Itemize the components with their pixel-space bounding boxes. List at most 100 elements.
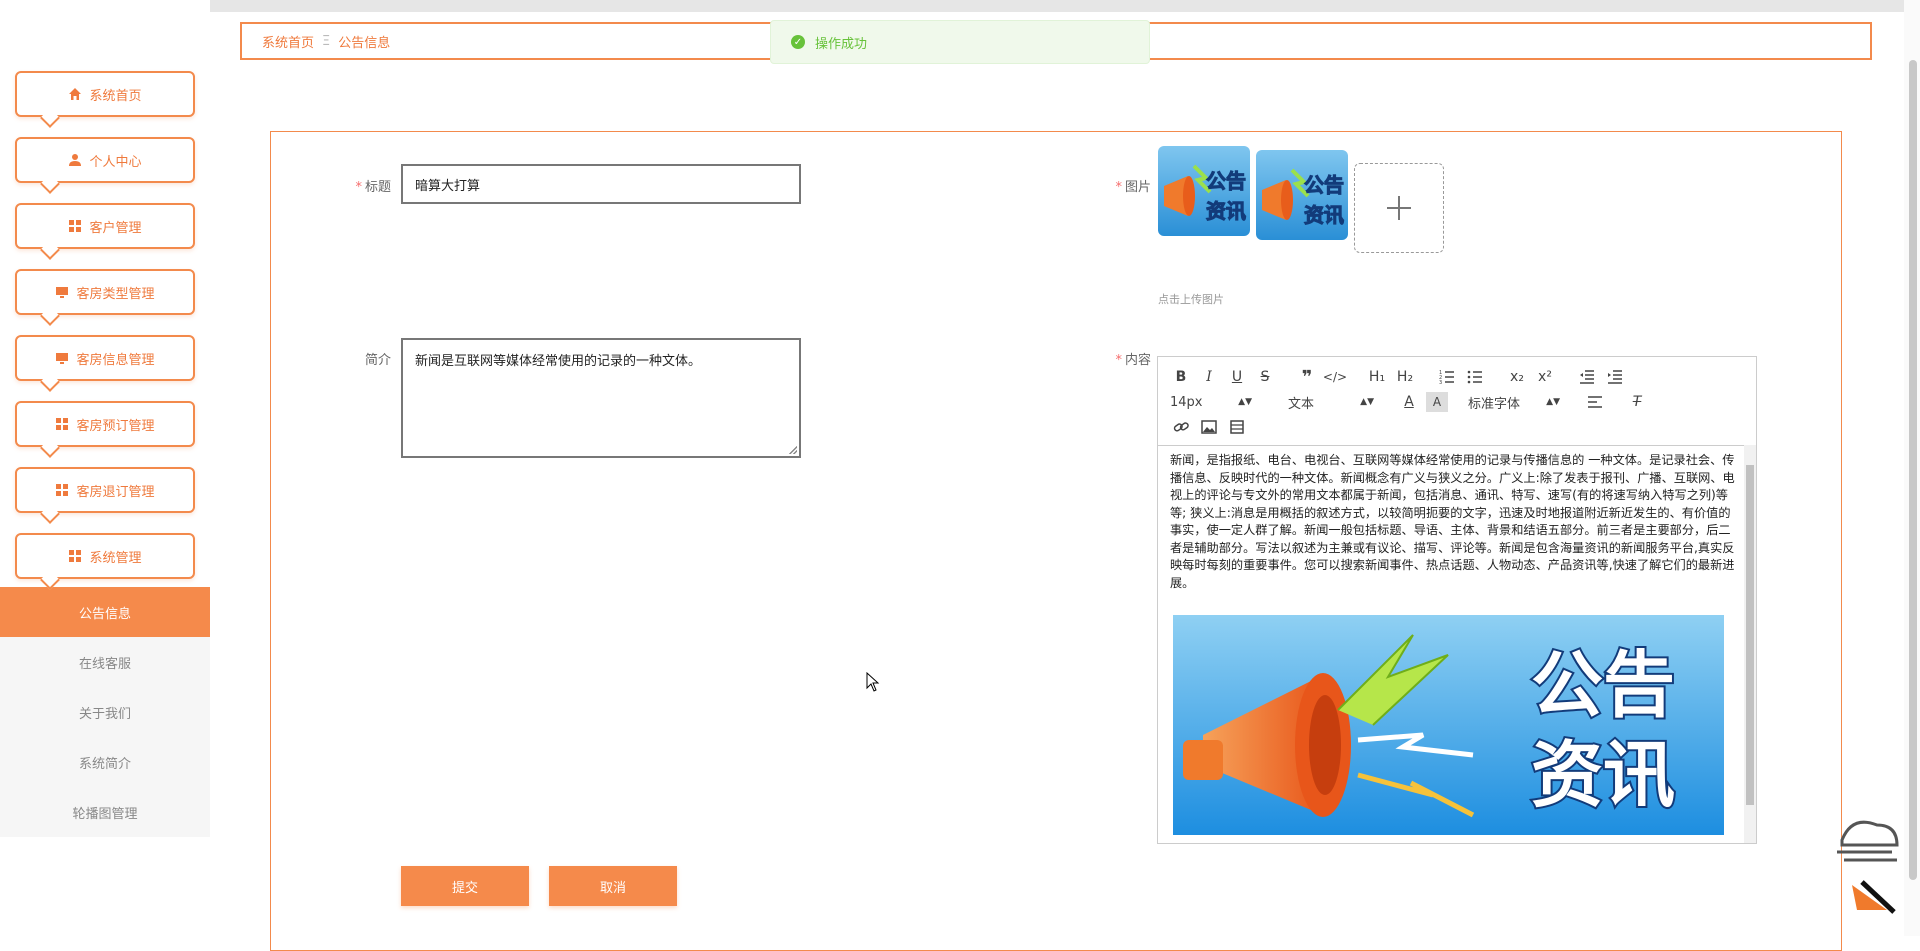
toast-message: 操作成功 (815, 36, 868, 52)
subscript-button[interactable]: x₂ (1506, 367, 1528, 387)
nav-label: 个人中心 (89, 154, 142, 170)
nav-label: 客房预订管理 (76, 418, 155, 434)
background-color-button[interactable]: A (1426, 392, 1448, 412)
nav-home[interactable]: 系统首页 (15, 71, 195, 117)
bullet-list-icon (1467, 370, 1482, 384)
editor-scroll-thumb[interactable] (1746, 465, 1754, 805)
content-label: * 内容 (1115, 353, 1151, 368)
link-button[interactable] (1170, 417, 1192, 437)
home-icon (68, 87, 82, 101)
font-color-button[interactable]: A (1398, 392, 1420, 412)
svg-text:资讯: 资讯 (1531, 733, 1675, 817)
align-button[interactable] (1584, 392, 1606, 412)
monitor-icon (55, 285, 69, 299)
font-family-select[interactable]: 标准字体 ▲▼ (1468, 393, 1560, 412)
monitor-icon (55, 351, 69, 365)
title-input[interactable] (401, 164, 801, 204)
clear-format-button[interactable]: T (1626, 392, 1648, 412)
image-insert-button[interactable] (1198, 417, 1220, 437)
bold-button[interactable]: B (1170, 367, 1192, 387)
editor-toolbar: B I U S ❞ </> H₁ H₂ 123 x₂ x² 14px ▲▼ 文本… (1158, 357, 1756, 446)
top-bar (210, 0, 1920, 12)
page-scroll-thumb[interactable] (1909, 60, 1917, 880)
code-button[interactable]: </> (1323, 367, 1347, 387)
plus-icon (1387, 196, 1411, 220)
nav-label: 系统首页 (89, 88, 142, 104)
nav-room-cancel[interactable]: 客房退订管理 (15, 467, 195, 513)
ordered-list-button[interactable]: 123 (1436, 367, 1458, 387)
user-icon (68, 153, 82, 167)
page-scrollbar[interactable] (1904, 0, 1920, 936)
submenu-about-us[interactable]: 关于我们 (0, 687, 210, 737)
image-upload-button[interactable] (1354, 163, 1444, 253)
h2-button[interactable]: H₂ (1394, 367, 1416, 387)
nav-room-type[interactable]: 客房类型管理 (15, 269, 195, 315)
underline-button[interactable]: U (1226, 367, 1248, 387)
h1-button[interactable]: H₁ (1366, 367, 1388, 387)
nav-room-booking[interactable]: 客房预订管理 (15, 401, 195, 447)
nav-label: 系统管理 (89, 550, 142, 566)
link-icon (1173, 422, 1189, 432)
svg-text:资讯: 资讯 (1304, 203, 1344, 227)
editor-content[interactable]: 新闻，是指报纸、电台、电视台、互联网等媒体经常使用的记录与传播信息的 一种文体。… (1170, 452, 1738, 592)
superscript-button[interactable]: x² (1534, 367, 1556, 387)
nav-label: 客房信息管理 (76, 352, 155, 368)
image-thumbnail[interactable]: 公告 资讯 (1256, 150, 1348, 240)
upload-tip: 点击上传图片 (1158, 293, 1224, 306)
grid-icon (68, 549, 82, 563)
breadcrumb-current: 公告信息 (338, 35, 391, 51)
align-left-icon (1588, 396, 1602, 408)
submit-button[interactable]: 提交 (401, 866, 529, 906)
grid-icon (55, 417, 69, 431)
intro-label: 简介 (364, 353, 391, 368)
nav-label: 客户管理 (89, 220, 142, 236)
resize-handle[interactable] (789, 446, 797, 454)
font-size-select[interactable]: 14px ▲▼ (1170, 395, 1252, 410)
breadcrumb-home[interactable]: 系统首页 (262, 32, 314, 51)
submenu-system-intro[interactable]: 系统简介 (0, 737, 210, 787)
strike-button[interactable]: S (1254, 367, 1276, 387)
blockquote-button[interactable]: ❞ (1296, 367, 1318, 388)
image-thumbnail[interactable]: 公告 资讯 (1158, 146, 1250, 236)
success-toast: ✓ 操作成功 (770, 20, 1150, 64)
mouse-cursor-icon (866, 671, 880, 696)
check-circle-icon: ✓ (791, 35, 805, 49)
system-submenu: 公告信息 在线客服 关于我们 系统简介 轮播图管理 (0, 587, 210, 837)
nav-system[interactable]: 系统管理 (15, 533, 195, 579)
grid-icon (55, 483, 69, 497)
content-banner-image: 公告 资讯 (1173, 615, 1724, 835)
bullet-list-button[interactable] (1464, 367, 1486, 387)
outdent-button[interactable] (1576, 367, 1598, 387)
submenu-notice[interactable]: 公告信息 (0, 587, 210, 637)
nav-label: 客房退订管理 (76, 484, 155, 500)
indent-icon (1608, 370, 1622, 384)
svg-text:公告: 公告 (1206, 169, 1246, 193)
breadcrumb-separator: Ξ (322, 33, 331, 49)
svg-text:3: 3 (1439, 380, 1442, 384)
ordered-list-icon: 123 (1439, 370, 1454, 384)
corner-decoration-icon (1832, 800, 1902, 924)
block-type-select[interactable]: 文本 ▲▼ (1276, 393, 1374, 412)
intro-textarea[interactable]: 新闻是互联网等媒体经常使用的记录的一种文体。 (401, 338, 801, 458)
nav-customer[interactable]: 客户管理 (15, 203, 195, 249)
image-label: * 图片 (1115, 180, 1151, 195)
title-label: * 标题 (355, 180, 391, 195)
svg-text:资讯: 资讯 (1206, 199, 1246, 223)
editor-text: 新闻，是指报纸、电台、电视台、互联网等媒体经常使用的记录与传播信息的 一种文体。… (1170, 453, 1735, 590)
submenu-online-service[interactable]: 在线客服 (0, 637, 210, 687)
svg-text:公告: 公告 (1304, 173, 1344, 197)
intro-text: 新闻是互联网等媒体经常使用的记录的一种文体。 (415, 354, 702, 369)
video-insert-button[interactable] (1226, 417, 1248, 437)
content-editor[interactable]: B I U S ❞ </> H₁ H₂ 123 x₂ x² 14px ▲▼ 文本… (1157, 356, 1757, 844)
indent-button[interactable] (1604, 367, 1626, 387)
submenu-carousel[interactable]: 轮播图管理 (0, 787, 210, 837)
italic-button[interactable]: I (1198, 367, 1220, 387)
nav-room-info[interactable]: 客房信息管理 (15, 335, 195, 381)
editor-scrollbar[interactable] (1744, 445, 1756, 843)
nav-label: 客房类型管理 (76, 286, 155, 302)
video-icon (1230, 420, 1244, 434)
svg-text:公告: 公告 (1531, 643, 1675, 727)
grid-icon (68, 219, 82, 233)
nav-profile[interactable]: 个人中心 (15, 137, 195, 183)
cancel-button[interactable]: 取消 (549, 866, 677, 906)
